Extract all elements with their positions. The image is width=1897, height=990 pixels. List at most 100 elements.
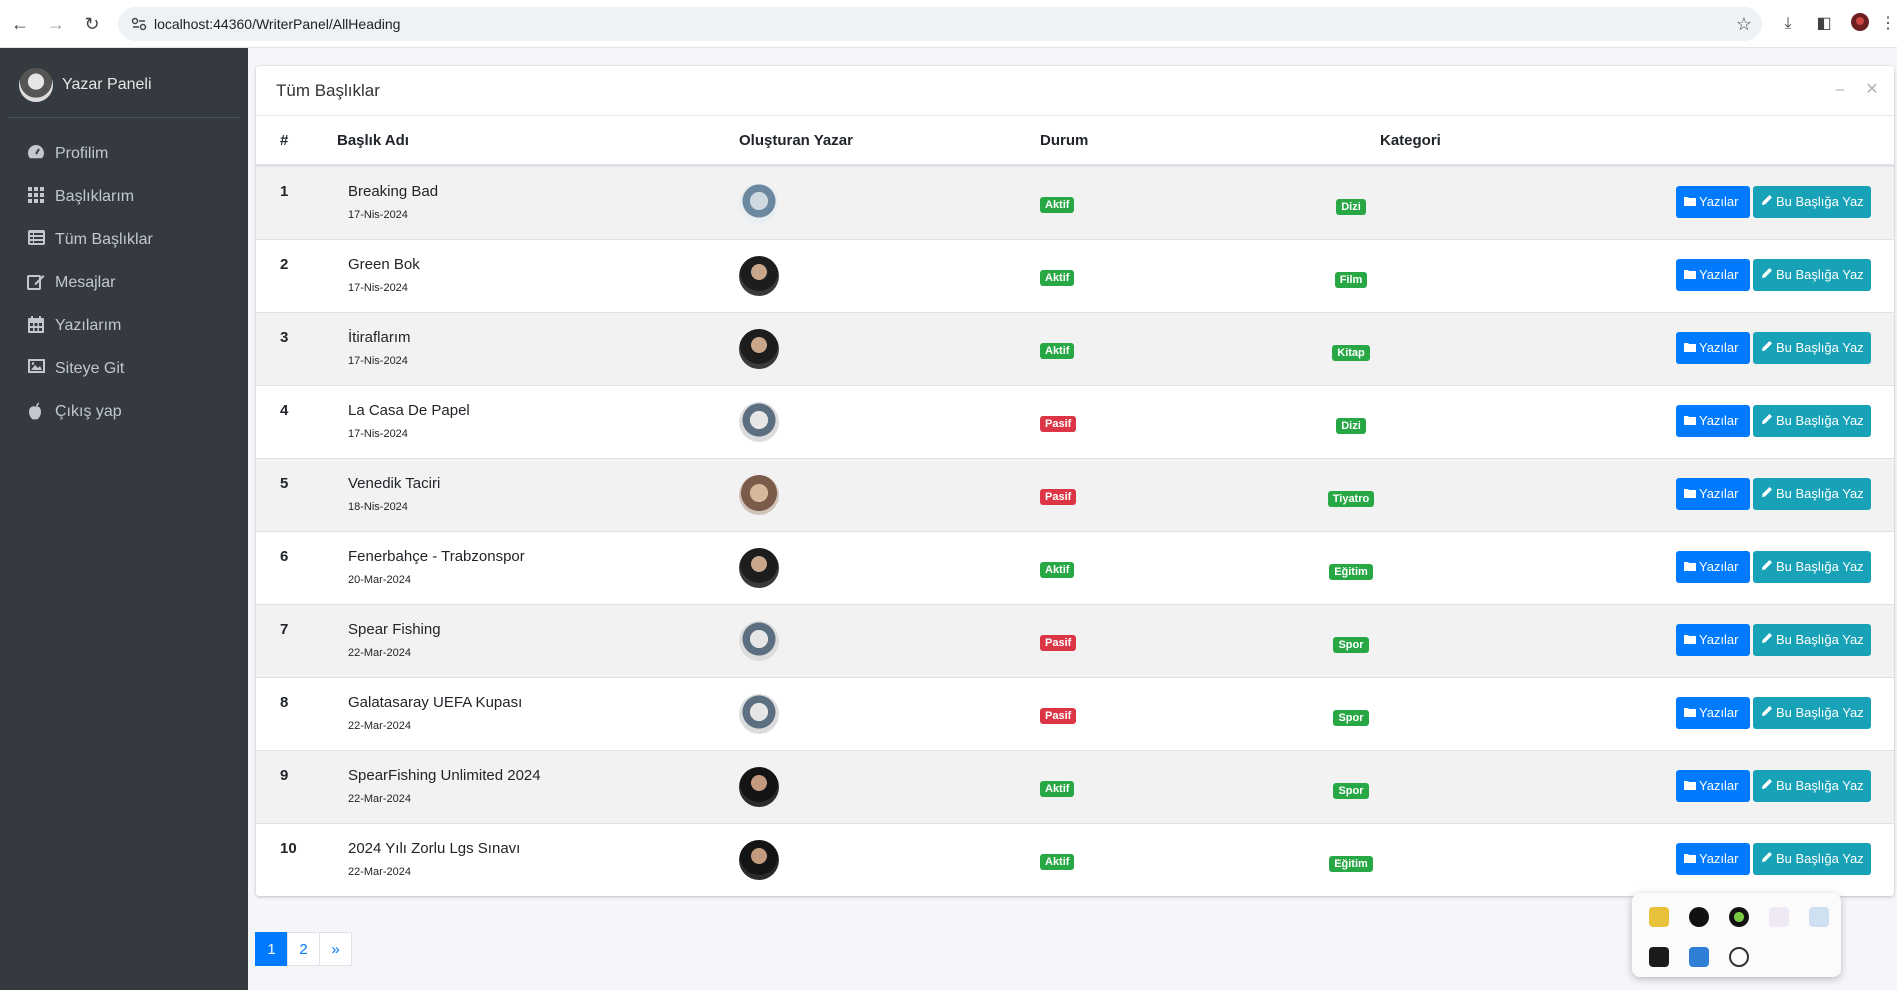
tray-app-icon[interactable] [1649,907,1669,927]
posts-button[interactable]: Yazılar [1676,697,1750,729]
posts-button[interactable]: Yazılar [1676,259,1750,291]
profile-avatar-icon[interactable] [1848,12,1872,36]
write-to-heading-button[interactable]: Bu Başlığa Yaz [1753,843,1871,875]
image-icon [26,359,46,377]
tray-app-icon[interactable] [1729,947,1749,967]
tray-app-icon[interactable] [1689,907,1709,927]
write-button-label: Bu Başlığa Yaz [1776,340,1864,355]
table-row: 4 La Casa De Papel 17-Nis-2024 Pasif Diz… [256,385,1894,458]
category-cell: Spor [1296,635,1406,653]
write-to-heading-button[interactable]: Bu Başlığa Yaz [1753,405,1871,437]
status-badge: Aktif [1040,197,1075,213]
posts-button[interactable]: Yazılar [1676,843,1750,875]
pencil-icon [1761,405,1773,437]
tray-app-icon[interactable] [1689,947,1709,967]
card-title: Tüm Başlıklar [276,81,380,100]
write-to-heading-button[interactable]: Bu Başlığa Yaz [1753,332,1871,364]
category-cell: Kitap [1296,343,1406,361]
tray-app-icon[interactable] [1809,907,1829,927]
posts-button[interactable]: Yazılar [1676,551,1750,583]
category-cell: Tiyatro [1296,489,1406,507]
sidebar-item-label: Tüm Başlıklar [55,231,153,248]
write-button-label: Bu Başlığa Yaz [1776,413,1864,428]
posts-button[interactable]: Yazılar [1676,478,1750,510]
heading-date: 17-Nis-2024 [348,355,408,367]
posts-button[interactable]: Yazılar [1676,405,1750,437]
write-to-heading-button[interactable]: Bu Başlığa Yaz [1753,478,1871,510]
write-to-heading-button[interactable]: Bu Başlığa Yaz [1753,624,1871,656]
heading-title: Fenerbahçe - Trabzonspor [348,548,525,565]
pencil-icon [1761,259,1773,291]
sidebar-item-label: Mesajlar [55,274,116,291]
download-icon[interactable]: ⤓ [1776,12,1800,36]
tray-app-icon[interactable] [1649,947,1669,967]
minus-icon[interactable]: – [1830,80,1850,100]
sidebar-item-profilim[interactable]: Profilim [0,132,248,175]
author-avatar [739,475,779,515]
sidebar-item-basliklarim[interactable]: Başlıklarım [0,175,248,218]
sidebar-item-cikis-yap[interactable]: Çıkış yap [0,390,248,433]
close-icon[interactable]: ✕ [1862,80,1882,100]
write-button-label: Bu Başlığa Yaz [1776,705,1864,720]
row-number: 9 [280,767,289,784]
posts-button-label: Yazılar [1699,851,1739,866]
tray-app-icon[interactable] [1729,907,1749,927]
row-number: 4 [280,402,289,419]
site-settings-icon[interactable] [130,15,148,33]
url-text[interactable]: localhost:44360/WriterPanel/AllHeading [154,7,400,41]
heading-title: 2024 Yılı Zorlu Lgs Sınavı [348,840,521,857]
folder-icon [1684,697,1696,729]
status-badge: Pasif [1040,489,1077,505]
posts-button[interactable]: Yazılar [1676,624,1750,656]
write-to-heading-button[interactable]: Bu Başlığa Yaz [1753,551,1871,583]
heading-date: 17-Nis-2024 [348,209,408,221]
posts-button[interactable]: Yazılar [1676,770,1750,802]
table-row: 5 Venedik Taciri 18-Nis-2024 Pasif Tiyat… [256,458,1894,531]
author-avatar [739,694,779,734]
pencil-icon [1761,697,1773,729]
heading-title: SpearFishing Unlimited 2024 [348,767,541,784]
write-to-heading-button[interactable]: Bu Başlığa Yaz [1753,697,1871,729]
brand[interactable]: Yazar Paneli [0,48,248,118]
folder-icon [1684,843,1696,875]
row-number: 3 [280,329,289,346]
address-bar[interactable]: localhost:44360/WriterPanel/AllHeading ☆ [118,7,1762,41]
row-number: 8 [280,694,289,711]
folder-icon [1684,770,1696,802]
page-2-link[interactable]: 2 [287,932,320,966]
page-1-link[interactable]: 1 [255,932,288,966]
write-to-heading-button[interactable]: Bu Başlığa Yaz [1753,770,1871,802]
author-avatar [739,329,779,369]
posts-button[interactable]: Yazılar [1676,186,1750,218]
sidebar-item-label: Başlıklarım [55,188,135,205]
system-tray-popup [1632,893,1841,977]
page-next-link[interactable]: » [319,932,352,966]
menu-dots-icon[interactable]: ⋮ [1880,12,1896,36]
author-avatar [739,548,779,588]
status-badge: Aktif [1040,781,1075,797]
heading-date: 17-Nis-2024 [348,428,408,440]
status-badge: Pasif [1040,416,1077,432]
write-to-heading-button[interactable]: Bu Başlığa Yaz [1753,259,1871,291]
table-row: 2 Green Bok 17-Nis-2024 Aktif Film Yazıl… [256,239,1894,312]
bookmark-star-icon[interactable]: ☆ [1736,7,1752,41]
sidebar-item-yazilarim[interactable]: Yazılarım [0,304,248,347]
write-to-heading-button[interactable]: Bu Başlığa Yaz [1753,186,1871,218]
write-button-label: Bu Başlığa Yaz [1776,194,1864,209]
sidebar-item-tum-basliklar[interactable]: Tüm Başlıklar [0,218,248,261]
sidebar-menu: Profilim Başlıklarım Tüm Başlıklar Mesaj… [0,132,248,433]
posts-button[interactable]: Yazılar [1676,332,1750,364]
heading-date: 22-Mar-2024 [348,647,411,659]
author-avatar [739,183,779,223]
back-arrow-icon[interactable]: ← [8,12,32,36]
forward-arrow-icon[interactable]: → [44,12,68,36]
category-cell: Film [1296,270,1406,288]
sidebar-item-siteye-git[interactable]: Siteye Git [0,347,248,390]
reload-icon[interactable]: ↻ [80,12,104,36]
sidebar-item-mesajlar[interactable]: Mesajlar [0,261,248,304]
tray-app-icon[interactable] [1769,907,1789,927]
write-button-label: Bu Başlığa Yaz [1776,267,1864,282]
category-cell: Eğitim [1296,854,1406,872]
side-panel-icon[interactable]: ◧ [1812,12,1836,36]
status-badge: Pasif [1040,635,1077,651]
